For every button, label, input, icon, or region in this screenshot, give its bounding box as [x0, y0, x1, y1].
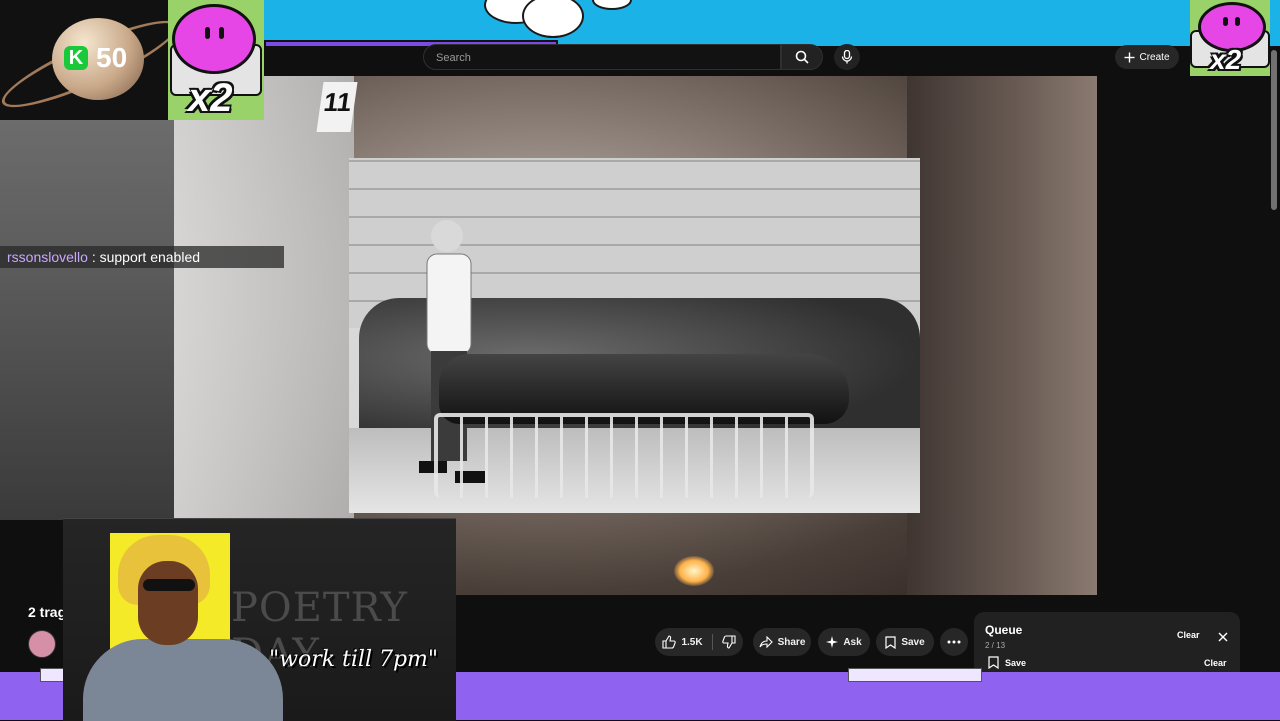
search-icon — [795, 50, 809, 64]
dislike-button[interactable] — [716, 628, 742, 656]
multiplier-label: x2 — [1210, 44, 1242, 75]
share-button[interactable]: Share — [753, 628, 811, 656]
queue-panel: Queue 2 / 13 Clear Save Clear — [974, 612, 1240, 674]
evidence-marker: 11 — [316, 82, 358, 132]
channel-avatar[interactable] — [28, 630, 56, 658]
like-divider — [712, 634, 713, 650]
bookmark-icon — [988, 656, 999, 669]
save-button[interactable]: Save — [876, 628, 934, 656]
evidence-marker-number: 11 — [321, 87, 354, 117]
kirby-eye — [1235, 17, 1240, 26]
chat-username: rssonslovello — [7, 249, 88, 265]
kirby-icon — [172, 4, 256, 74]
chat-message: rssonslovello : support enabled — [0, 246, 284, 268]
like-count: 1.5K — [681, 636, 703, 648]
ask-button[interactable]: Ask — [818, 628, 870, 656]
search-input[interactable] — [434, 49, 768, 67]
overlay-tab-decoration — [848, 668, 982, 682]
queue-save-label: Save — [1005, 657, 1027, 668]
video-frame-right-texture — [907, 76, 1097, 595]
kirby-eye — [1223, 17, 1228, 26]
points-count: 50 — [96, 42, 128, 73]
cloud-decoration — [522, 0, 584, 38]
close-icon — [1218, 632, 1228, 642]
video-photo-frame — [349, 158, 920, 513]
share-icon — [759, 636, 773, 648]
save-label: Save — [901, 636, 925, 648]
ask-label: Ask — [843, 636, 862, 648]
cloud-decoration — [592, 0, 632, 10]
points-overlay: K 50 — [0, 0, 186, 122]
create-button[interactable]: Create — [1115, 45, 1179, 69]
queue-clear-button-secondary[interactable]: Clear — [1204, 658, 1227, 668]
chat-message-text: : support enabled — [87, 249, 201, 265]
sparkle-icon — [826, 636, 839, 648]
queue-save-button[interactable]: Save — [988, 656, 1026, 669]
multiplier-overlay-left: x2 — [168, 0, 264, 120]
queue-clear-button[interactable]: Clear — [1177, 630, 1200, 640]
queue-close-button[interactable] — [1218, 629, 1228, 647]
photo-gurney — [434, 413, 814, 498]
plus-icon — [1124, 52, 1135, 62]
streamer-body — [83, 639, 283, 721]
thumbs-up-icon — [662, 635, 677, 649]
more-horizontal-icon — [947, 640, 961, 644]
bookmark-icon — [885, 635, 896, 649]
more-actions-button[interactable] — [940, 628, 968, 656]
webcam-caption: "work till 7pm" — [269, 647, 439, 672]
kick-logo-icon: K — [64, 46, 88, 70]
thumbs-down-icon — [722, 635, 736, 649]
search-button[interactable] — [781, 44, 823, 70]
share-label: Share — [777, 636, 806, 648]
multiplier-overlay-right: x2 — [1190, 0, 1270, 76]
multiplier-label: x2 — [188, 76, 233, 120]
scrollbar-thumb[interactable] — [1271, 50, 1277, 210]
kirby-eye — [219, 27, 224, 39]
streamer-sunglasses — [143, 579, 195, 591]
streamer-face — [138, 561, 198, 645]
microphone-icon — [841, 50, 853, 64]
video-title: 2 trag — [28, 604, 67, 620]
search-box — [423, 44, 781, 70]
queue-title: Queue — [985, 623, 1023, 637]
queue-position: 2 / 13 — [985, 641, 1006, 650]
light-flare — [674, 556, 714, 586]
webcam-overlay: POETRY DAY "work till 7pm" — [63, 518, 456, 721]
kirby-eye — [205, 27, 210, 39]
create-button-label: Create — [1139, 51, 1170, 63]
left-background-panel — [0, 120, 174, 520]
voice-search-button[interactable] — [834, 44, 860, 70]
